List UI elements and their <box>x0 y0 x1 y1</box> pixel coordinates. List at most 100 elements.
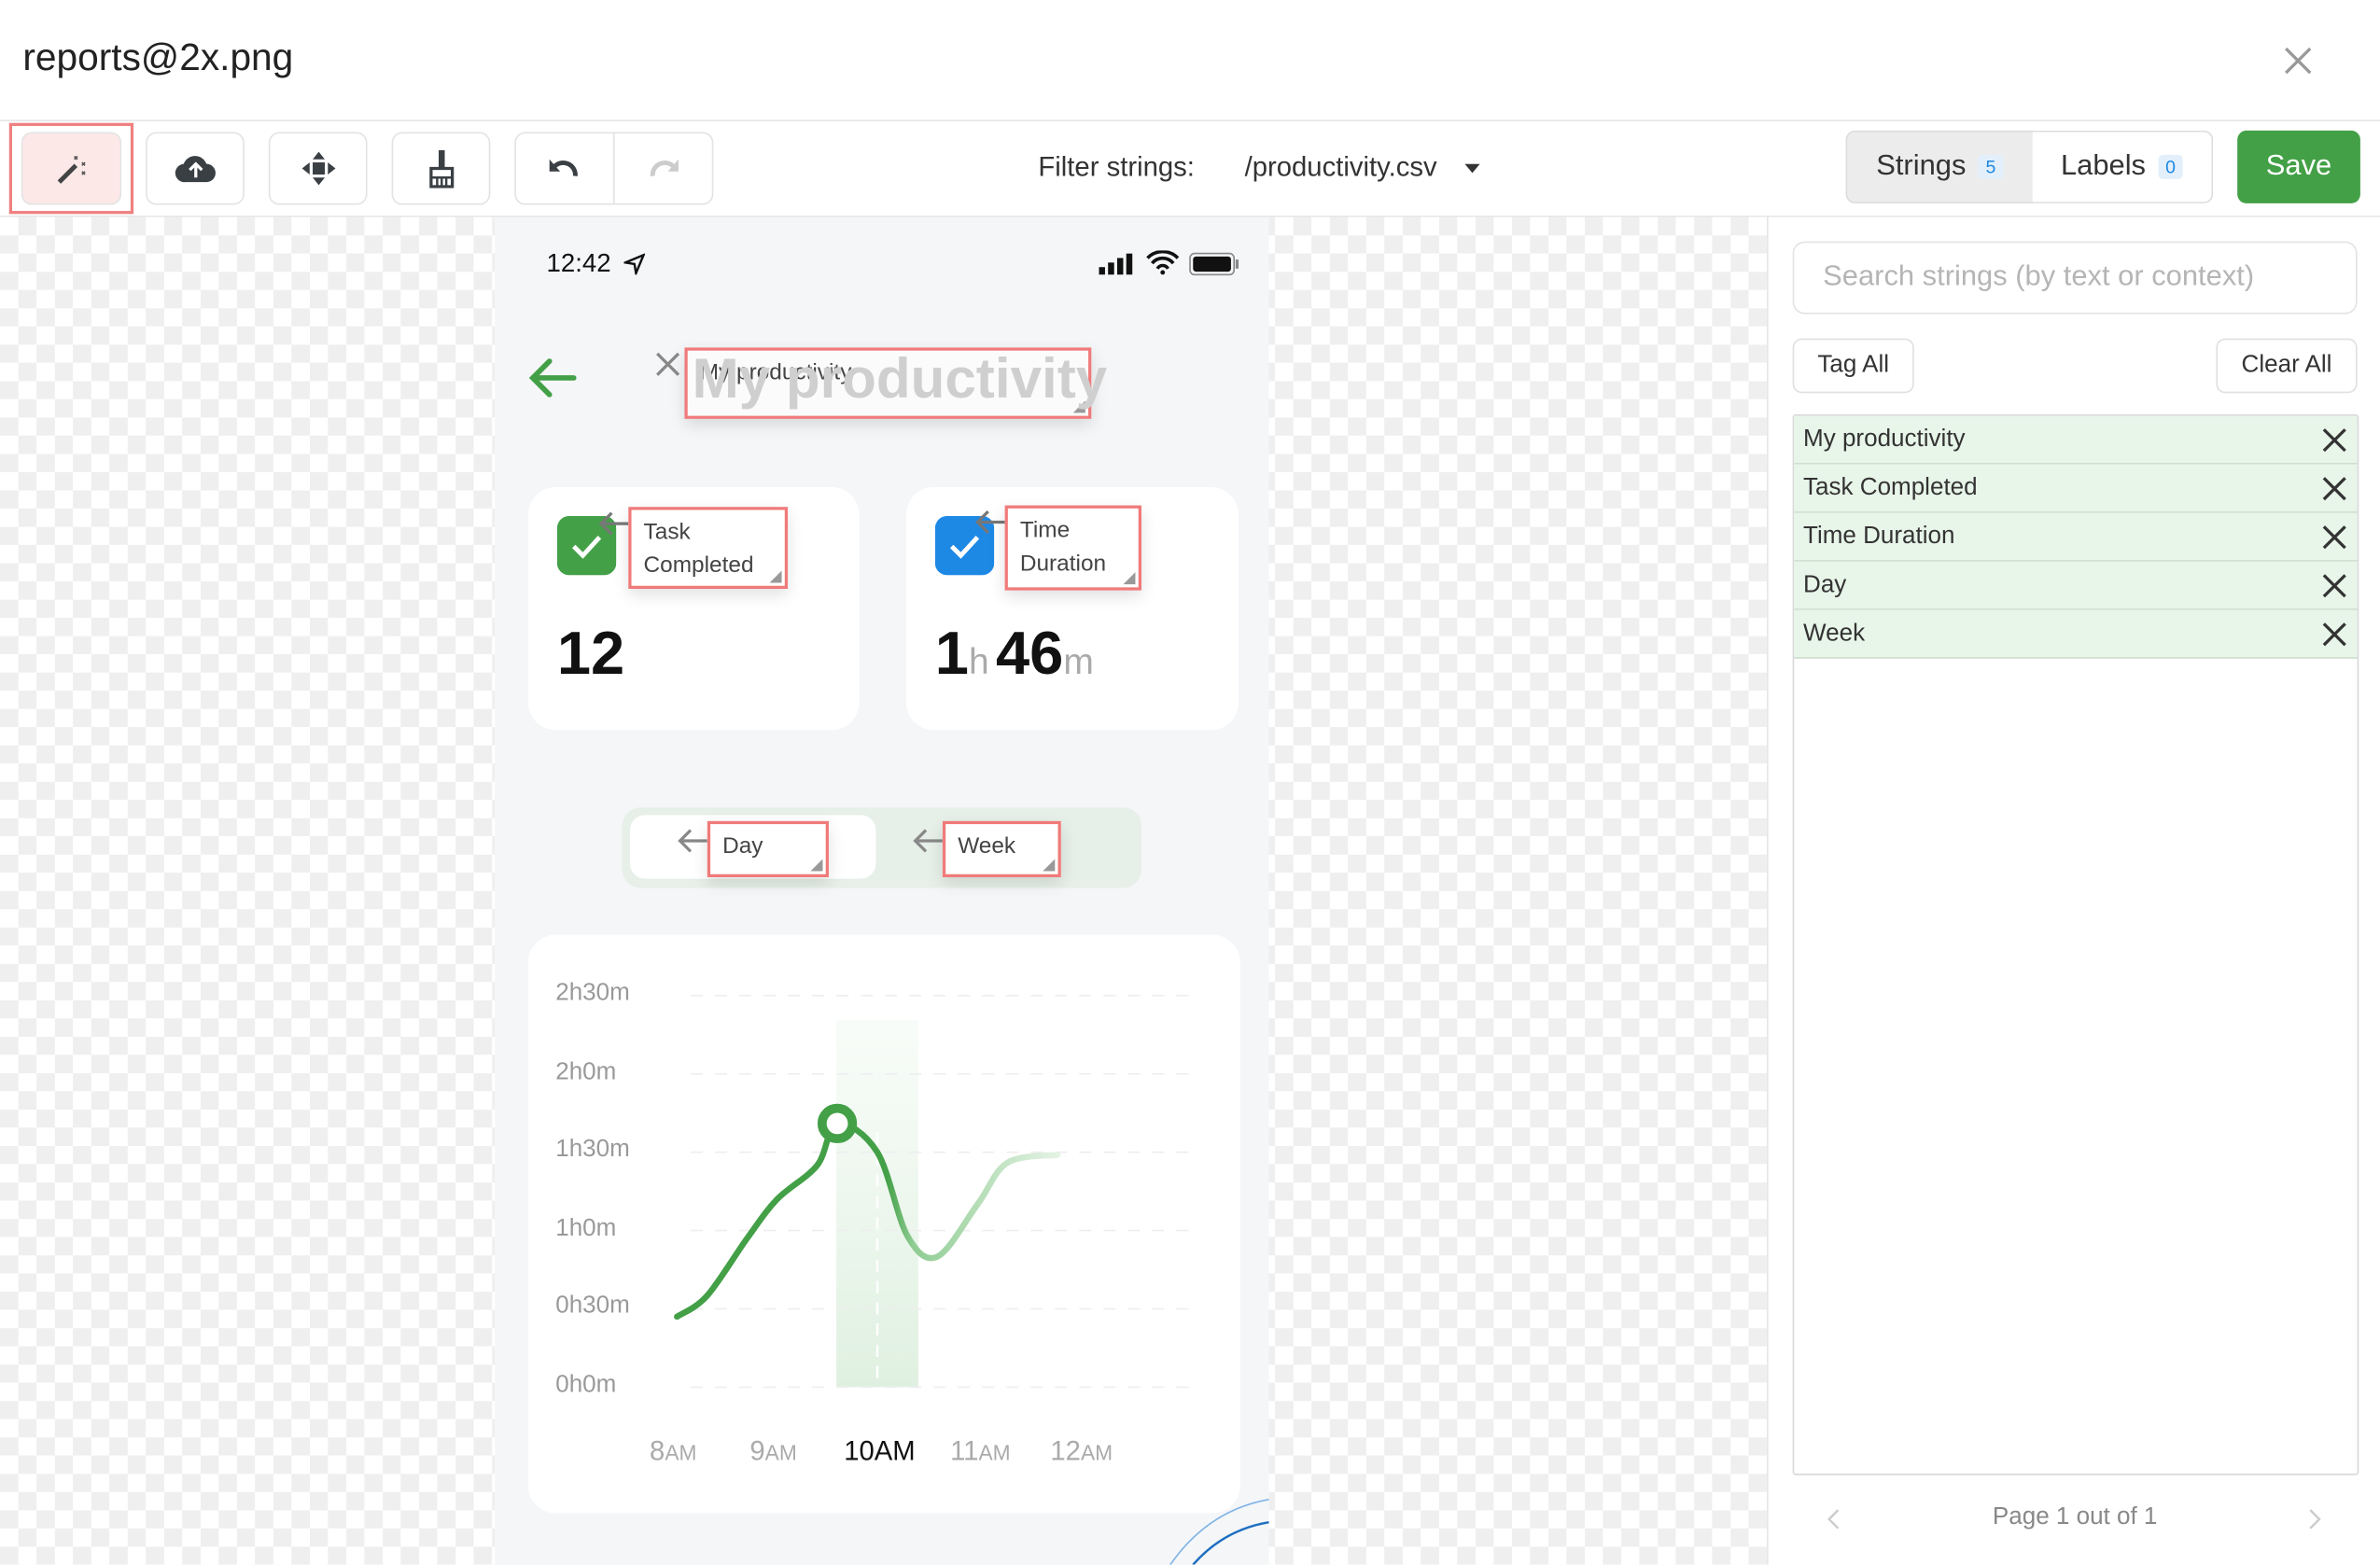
tag-all-button[interactable]: Tag All <box>1792 338 1914 394</box>
tick-hour: 9 <box>749 1435 765 1467</box>
annotation-text: Completed <box>643 552 754 579</box>
battery-icon <box>1189 252 1239 276</box>
move-button[interactable] <box>268 132 368 205</box>
string-text: Task Completed <box>1803 474 1978 500</box>
annotation-text: Week <box>958 832 1016 859</box>
y-tick-label: 2h0m <box>555 1058 617 1085</box>
back-arrow-icon[interactable] <box>528 356 577 399</box>
move-icon <box>301 151 335 186</box>
arrow-left-icon <box>678 829 707 853</box>
undo-button[interactable] <box>516 133 614 203</box>
arrow-left-icon <box>598 511 629 536</box>
annotation-box-title[interactable]: My productivity <box>684 347 1092 419</box>
strings-panel: Tag All Clear All My productivity Task Co… <box>1767 217 2380 1565</box>
duration-value: 1h 46m <box>935 621 1094 689</box>
x-tick-label: 9AM <box>749 1435 796 1467</box>
window-title: reports@2x.png <box>22 36 294 79</box>
tick-hour: 12 <box>1050 1435 1081 1467</box>
annotation-text: My productivity <box>699 359 852 386</box>
annotation-text: Task <box>643 519 691 545</box>
string-row[interactable]: My productivity <box>1794 415 2358 465</box>
resize-grip-icon[interactable] <box>1043 859 1056 872</box>
tick-unit: AM <box>1080 1440 1113 1465</box>
tick-hour: 11 <box>950 1435 979 1467</box>
broom-icon <box>428 150 454 189</box>
status-time: 12:42 <box>546 248 611 278</box>
redo-icon <box>650 159 679 176</box>
redo-button[interactable] <box>614 133 712 203</box>
remove-string-icon[interactable] <box>2321 474 2348 501</box>
filter-value: /productivity.csv <box>1244 151 1437 183</box>
annotation-box-week[interactable]: Week <box>942 820 1061 878</box>
string-text: My productivity <box>1803 426 1966 452</box>
delete-annotation-icon[interactable] <box>652 349 683 380</box>
string-row[interactable]: Week <box>1794 609 2358 659</box>
hours-unit: h <box>968 641 989 683</box>
clear-button[interactable] <box>391 132 491 205</box>
pagination-text: Page 1 out of 1 <box>1992 1503 2158 1530</box>
search-strings-input[interactable] <box>1792 241 2358 314</box>
time-duration-card: Time Duration 1h 46m <box>905 487 1239 731</box>
upload-button[interactable] <box>146 132 245 205</box>
strings-list: My productivity Task Completed Time Durati… <box>1792 413 2359 1475</box>
x-tick-label: 12AM <box>1050 1435 1113 1467</box>
tab-label: Strings <box>1876 150 1967 183</box>
minutes: 46 <box>995 621 1064 688</box>
remove-string-icon[interactable] <box>2321 523 2348 550</box>
annotation-box-time[interactable]: Time Duration <box>1004 505 1141 591</box>
tab-labels[interactable]: Labels 0 <box>2032 130 2214 203</box>
location-arrow-icon <box>623 253 645 275</box>
string-text: Week <box>1803 620 1866 646</box>
next-page-icon[interactable] <box>2307 1507 2322 1531</box>
tab-label: Labels <box>2060 150 2147 183</box>
arrow-left-icon <box>913 829 943 853</box>
tab-strings[interactable]: Strings 5 <box>1845 130 2035 203</box>
labels-count-badge: 0 <box>2158 154 2184 179</box>
tick-unit: AM <box>665 1440 697 1465</box>
wifi-icon <box>1146 250 1180 275</box>
close-icon[interactable] <box>2276 39 2319 82</box>
y-tick-label: 1h0m <box>555 1215 617 1241</box>
tick-hour: 8 <box>650 1435 665 1467</box>
magic-wand-icon <box>57 155 86 184</box>
hours: 1 <box>934 621 969 688</box>
annotation-text: Time <box>1019 517 1071 544</box>
string-text: Time Duration <box>1803 523 1955 549</box>
annotation-text: Day <box>722 832 763 859</box>
tick-unit: AM <box>764 1440 797 1465</box>
remove-string-icon[interactable] <box>2321 426 2348 453</box>
resize-grip-icon[interactable] <box>1123 572 1136 585</box>
string-row[interactable]: Day <box>1794 561 2358 610</box>
x-tick-label: 8AM <box>650 1435 696 1467</box>
save-button[interactable]: Save <box>2237 130 2360 203</box>
annotation-box-task[interactable]: Task Completed <box>628 507 789 590</box>
resize-grip-icon[interactable] <box>1072 400 1085 413</box>
cloud-upload-icon <box>174 156 216 183</box>
string-row[interactable]: Time Duration <box>1794 512 2358 562</box>
y-tick-label: 0h0m <box>555 1372 617 1398</box>
string-text: Day <box>1803 571 1847 597</box>
tick-unit: AM <box>978 1440 1011 1465</box>
magic-wand-button[interactable] <box>21 132 122 205</box>
strings-count-badge: 5 <box>1978 154 2004 179</box>
arrow-left-icon <box>975 510 1005 534</box>
resize-grip-icon[interactable] <box>769 570 782 583</box>
filter-dropdown[interactable]: /productivity.csv <box>1245 152 1480 184</box>
x-tick-label: 11AM <box>950 1435 1011 1467</box>
annotation-box-day[interactable]: Day <box>707 820 829 878</box>
productivity-chart <box>674 995 1201 1389</box>
chart-card: 2h30m 2h0m 1h30m 1h0m 0h30m 0h0m 8AM 9AM 10AM 11… <box>527 934 1240 1514</box>
x-tick-label-active: 10AM <box>844 1435 916 1467</box>
remove-string-icon[interactable] <box>2321 571 2348 598</box>
clear-all-button[interactable]: Clear All <box>2216 338 2358 394</box>
annotation-text: Duration <box>1019 551 1107 577</box>
string-row[interactable]: Task Completed <box>1794 464 2358 513</box>
y-tick-label: 0h30m <box>555 1293 630 1320</box>
signal-icon <box>1099 253 1133 275</box>
resize-grip-icon[interactable] <box>810 859 823 872</box>
task-completed-card: Task Completed 12 <box>527 487 860 731</box>
remove-string-icon[interactable] <box>2321 620 2348 647</box>
undo-icon <box>549 159 578 176</box>
day-week-toggle: Day Week <box>622 807 1141 888</box>
minutes-unit: m <box>1063 641 1094 683</box>
